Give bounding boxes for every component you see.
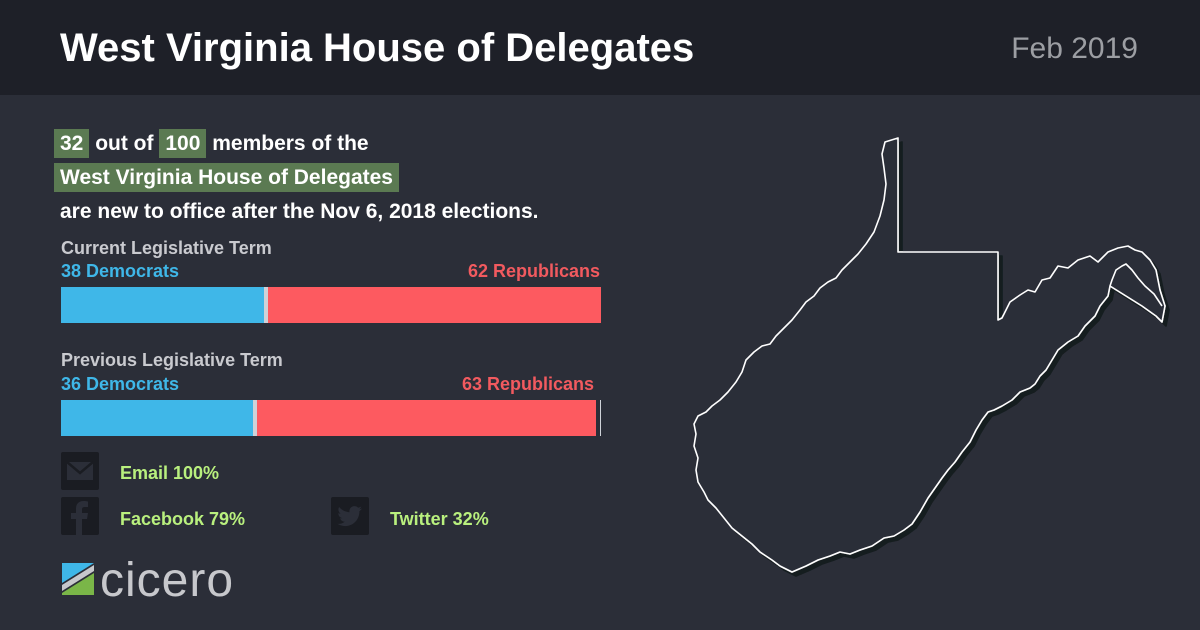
current-term-label: Current Legislative Term xyxy=(61,238,272,258)
previous-other-segment xyxy=(595,400,600,436)
current-rep-segment xyxy=(268,287,601,323)
page-title: West Virginia House of Delegates xyxy=(60,26,695,70)
twitter-icon xyxy=(331,497,369,535)
facebook-icon xyxy=(61,497,99,535)
cicero-logo-icon xyxy=(62,563,94,595)
summary-line-1: 32 out of 100 members of the xyxy=(54,127,654,161)
date-label: Feb 2019 xyxy=(1011,32,1138,65)
current-term-bar xyxy=(61,287,601,323)
previous-rep-label: 63 Republicans xyxy=(461,374,594,394)
header: West Virginia House of Delegates Feb 201… xyxy=(0,0,1200,95)
previous-term-bar xyxy=(61,400,601,436)
body-name-highlight: West Virginia House of Delegates xyxy=(54,163,399,192)
twitter-stat: Twitter 32% xyxy=(390,509,489,529)
facebook-stat: Facebook 79% xyxy=(120,509,246,529)
summary-text: 32 out of 100 members of the West Virgin… xyxy=(54,127,654,229)
summary-mid1: out of xyxy=(89,132,160,155)
summary-line-2: West Virginia House of Delegates xyxy=(54,161,654,195)
current-dem-segment xyxy=(61,287,265,323)
current-rep-label: 62 Republicans xyxy=(467,261,600,281)
previous-dem-segment xyxy=(61,400,254,436)
west-virginia-map xyxy=(693,137,1166,573)
previous-dem-label: 36 Democrats xyxy=(61,374,180,394)
envelope-icon xyxy=(61,452,99,490)
summary-line-3: are new to office after the Nov 6, 2018 … xyxy=(60,200,539,223)
total-highlight: 100 xyxy=(159,129,207,158)
previous-rep-segment xyxy=(257,400,596,436)
summary-mid2: members of the xyxy=(206,132,369,155)
previous-term-label: Previous Legislative Term xyxy=(61,350,283,370)
current-dem-label: 38 Democrats xyxy=(61,261,180,281)
email-stat: Email 100% xyxy=(120,463,220,483)
cicero-logo-text: cicero xyxy=(100,554,235,607)
new-count-highlight: 32 xyxy=(54,129,90,158)
